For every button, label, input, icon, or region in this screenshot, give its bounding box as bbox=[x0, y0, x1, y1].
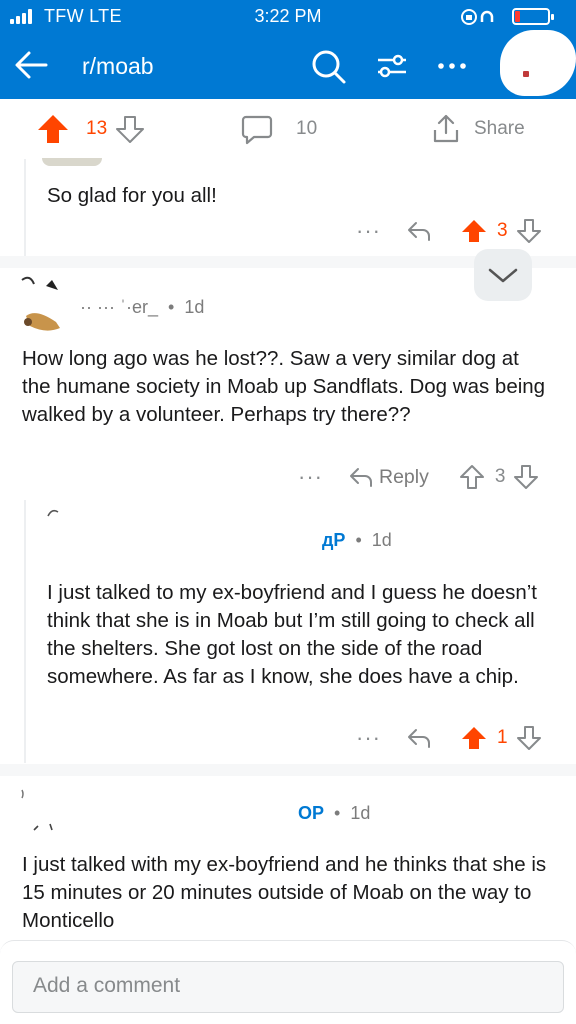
comment-more-icon[interactable]: ··· bbox=[356, 220, 381, 242]
user-avatar[interactable] bbox=[500, 30, 576, 96]
avatar-fragment bbox=[42, 158, 102, 166]
upvote-filled-icon[interactable] bbox=[36, 113, 70, 145]
share-icon bbox=[433, 114, 459, 143]
comment-age: 1d bbox=[184, 297, 205, 317]
search-icon[interactable] bbox=[308, 46, 348, 86]
comment-actions: ··· 3 bbox=[356, 214, 542, 248]
back-arrow-icon[interactable] bbox=[12, 46, 50, 84]
app-header: TFW LTE 3:22 PM r/moab bbox=[0, 0, 576, 99]
comment-actions: ··· 1 bbox=[356, 721, 542, 755]
add-comment-input[interactable]: Add a comment bbox=[12, 961, 564, 1013]
comment-separator bbox=[0, 764, 576, 776]
post-vote-group: 13 bbox=[36, 99, 145, 159]
comment-meta: OP • 1d bbox=[298, 803, 371, 823]
post-comments-button[interactable]: 10 bbox=[240, 99, 317, 159]
reply-arrow-icon bbox=[349, 468, 372, 487]
user-avatar[interactable] bbox=[16, 784, 66, 840]
reply-label: Reply bbox=[378, 465, 429, 488]
username[interactable]: ·· ··· ˈ·er_ bbox=[80, 297, 158, 317]
comment-body: So glad for you all! bbox=[47, 184, 217, 207]
thread-line bbox=[24, 500, 26, 763]
upvote-filled-icon[interactable] bbox=[461, 219, 487, 243]
comment-body: I just talked with my ex-boyfriend and h… bbox=[22, 853, 547, 932]
status-bar: TFW LTE 3:22 PM bbox=[0, 0, 576, 34]
user-avatar[interactable] bbox=[16, 272, 72, 336]
downvote-icon[interactable] bbox=[513, 464, 539, 490]
downvote-icon[interactable] bbox=[516, 218, 542, 244]
reply-arrow-icon[interactable] bbox=[405, 726, 433, 750]
comment-icon bbox=[241, 115, 273, 145]
comment-score: 3 bbox=[494, 466, 506, 487]
share-label: Share bbox=[474, 118, 525, 139]
chevron-down-icon bbox=[488, 268, 518, 283]
reply-arrow-icon[interactable] bbox=[405, 219, 433, 243]
upvote-filled-icon[interactable] bbox=[461, 726, 487, 750]
comment-score: 3 bbox=[496, 220, 508, 241]
subreddit-title: r/moab bbox=[82, 53, 154, 79]
comment-age: 1d bbox=[371, 530, 392, 550]
add-comment-placeholder: Add a comment bbox=[33, 974, 181, 997]
comment-meta: ·· ··· ˈ·er_ • 1d bbox=[80, 297, 205, 317]
comment-meta: дP • 1d bbox=[322, 530, 392, 550]
post-score: 13 bbox=[86, 118, 108, 139]
comment-more-icon[interactable]: ··· bbox=[356, 727, 381, 749]
sort-filter-icon[interactable] bbox=[372, 46, 412, 86]
user-avatar[interactable] bbox=[44, 504, 74, 524]
op-badge[interactable]: OP bbox=[298, 803, 324, 823]
share-button[interactable]: Share bbox=[430, 99, 525, 159]
reply-button[interactable]: Reply bbox=[347, 465, 429, 489]
comment-actions: ··· Reply 3 bbox=[298, 460, 539, 494]
comment-score: 1 bbox=[496, 727, 508, 748]
battery-icon bbox=[512, 8, 554, 25]
collapse-thread-button[interactable] bbox=[474, 249, 532, 301]
op-badge[interactable]: дP bbox=[322, 530, 345, 550]
upvote-icon[interactable] bbox=[459, 464, 485, 490]
thread-line bbox=[24, 159, 26, 256]
comment-more-icon[interactable]: ··· bbox=[298, 466, 323, 488]
comment-composer-bar: Add a comment bbox=[0, 940, 576, 1024]
downvote-icon[interactable] bbox=[516, 725, 542, 751]
more-options-icon[interactable] bbox=[432, 46, 472, 86]
comment-count: 10 bbox=[296, 118, 318, 139]
comment-age: 1d bbox=[350, 803, 371, 823]
post-action-bar: 13 10 Share bbox=[0, 99, 576, 159]
lock-rotation-icon bbox=[461, 9, 494, 25]
downvote-icon[interactable] bbox=[115, 114, 145, 144]
comment-body: I just talked to my ex-boyfriend and I g… bbox=[47, 581, 537, 688]
comment-body: How long ago was he lost??. Saw a very s… bbox=[22, 347, 546, 426]
status-icons bbox=[458, 5, 558, 27]
